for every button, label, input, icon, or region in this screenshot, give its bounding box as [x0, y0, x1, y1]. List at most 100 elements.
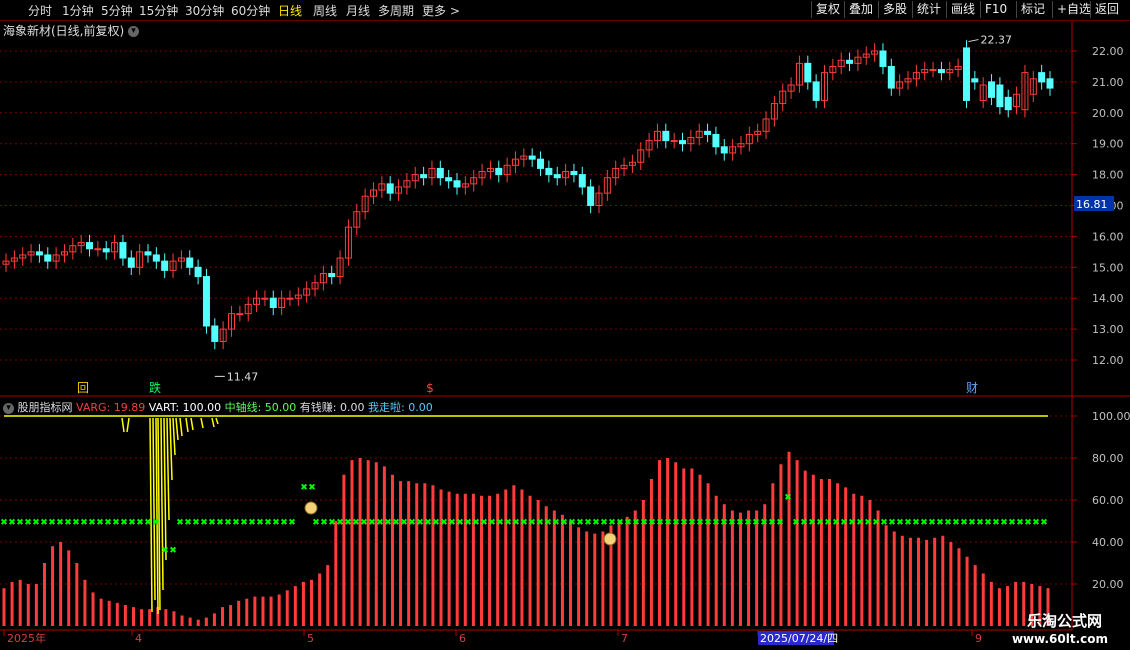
axis-marker: ✖ [120, 518, 128, 528]
period-tab-6[interactable]: 日线 [278, 2, 302, 19]
period-tab-10[interactable]: 更多 > [422, 2, 460, 19]
toolbar-button-8[interactable]: 返回 [1090, 1, 1123, 18]
axis-marker: ✖ [776, 518, 784, 528]
axis-marker: ✖ [648, 518, 656, 528]
date-label: 7 [621, 632, 628, 645]
date-label: 4 [135, 632, 142, 645]
period-tab-5[interactable]: 60分钟 [231, 2, 270, 19]
axis-marker: ✖ [1000, 518, 1008, 528]
toolbar-button-3[interactable]: 统计 [912, 1, 945, 18]
axis-marker: ✖ [224, 518, 232, 528]
stock-title[interactable]: 海象新材(日线,前复权) [3, 24, 124, 38]
candle-body [929, 69, 937, 72]
axis-marker: ✖ [912, 518, 920, 528]
axis-marker: ✖ [176, 518, 184, 528]
indicator-name[interactable]: 股朋指标网 [18, 401, 73, 414]
candle-body [495, 167, 503, 176]
candle-body [420, 174, 428, 179]
axis-marker: ✖ [616, 518, 624, 528]
period-tab-8[interactable]: 月线 [346, 2, 370, 19]
candle-body [144, 251, 152, 256]
candle-body [269, 297, 277, 308]
axis-marker: ✖ [632, 518, 640, 528]
axis-marker: ✖ [1032, 518, 1040, 528]
toolbar-button-5[interactable]: F10 [980, 1, 1011, 18]
price-tick-label: 14.00 [1092, 292, 1124, 305]
axis-marker: ✖ [408, 518, 416, 528]
price-tick-label: 13.00 [1092, 323, 1124, 336]
axis-marker: ✖ [768, 518, 776, 528]
candle-body [670, 140, 678, 143]
chevron-down-icon[interactable]: ▾ [3, 402, 14, 414]
axis-marker: ✖ [624, 518, 632, 528]
period-tab-4[interactable]: 30分钟 [185, 2, 224, 19]
indicator-value-4: 我走啦: 0.00 [368, 401, 433, 414]
period-tab-9[interactable]: 多周期 [378, 2, 414, 19]
axis-marker: ✖ [672, 518, 680, 528]
candle-body [962, 47, 970, 101]
current-price-label: 16.81 [1076, 198, 1108, 211]
candle-body [545, 167, 553, 176]
axis-marker: ✖ [352, 518, 360, 528]
money-bag-icon [603, 532, 617, 546]
candle-body [1038, 72, 1046, 83]
money-bag-icon [304, 501, 318, 515]
event-marker: 回 [77, 381, 89, 395]
axis-marker: ✖ [16, 518, 24, 528]
axis-marker: ✖ [360, 518, 368, 528]
axis-marker: ✖ [504, 518, 512, 528]
indicator-values: VARG: 19.89 VART: 100.00 中轴线: 50.00 有钱赚:… [76, 401, 433, 414]
vart-spike [211, 417, 215, 428]
period-tab-0[interactable]: 分时 [28, 2, 52, 19]
period-tab-7[interactable]: 周线 [313, 2, 337, 19]
toolbar-button-0[interactable]: 复权 [811, 1, 844, 18]
axis-marker: ✖ [560, 518, 568, 528]
candle-body [846, 59, 854, 64]
candle-body [186, 257, 194, 268]
axis-marker: ✖ [1016, 518, 1024, 528]
indicator-value-0: VARG: 19.89 [76, 401, 149, 414]
axis-marker: ✖ [256, 518, 264, 528]
axis-marker: ✖ [1008, 518, 1016, 528]
chevron-down-icon[interactable]: ▾ [128, 26, 140, 37]
axis-marker: ✖ [712, 518, 720, 528]
axis-marker: ✖ [840, 518, 848, 528]
candle-body [44, 254, 52, 262]
candle-body [879, 50, 887, 67]
candle-body [152, 254, 160, 262]
candle-body [528, 155, 536, 160]
period-tab-1[interactable]: 1分钟 [62, 2, 94, 19]
toolbar-button-2[interactable]: 多股 [878, 1, 911, 18]
signal-marker: ✖ [300, 483, 308, 493]
toolbar-button-1[interactable]: 叠加 [844, 1, 877, 18]
axis-marker: ✖ [400, 518, 408, 528]
axis-marker: ✖ [440, 518, 448, 528]
toolbar-button-4[interactable]: 画线 [946, 1, 979, 18]
axis-marker: ✖ [184, 518, 192, 528]
axis-marker: ✖ [472, 518, 480, 528]
axis-marker: ✖ [816, 518, 824, 528]
toolbar-button-7[interactable]: +自选 [1052, 1, 1095, 18]
candle-body [570, 171, 578, 176]
axis-marker: ✖ [792, 518, 800, 528]
candle-body [102, 248, 110, 253]
axis-marker: ✖ [832, 518, 840, 528]
price-tick-label: 21.00 [1092, 76, 1124, 89]
price-tick-label: 12.00 [1092, 354, 1124, 367]
vart-spike [172, 417, 176, 456]
axis-marker: ✖ [88, 518, 96, 528]
stock-chart[interactable]: 12.0013.0014.0015.0016.0017.0018.0019.00… [0, 0, 1130, 650]
toolbar-button-6[interactable]: 标记 [1016, 1, 1049, 18]
axis-marker: ✖ [336, 518, 344, 528]
axis-marker: ✖ [456, 518, 464, 528]
period-tab-3[interactable]: 15分钟 [139, 2, 178, 19]
axis-marker: ✖ [448, 518, 456, 528]
candle-body [887, 65, 895, 89]
vart-spike [152, 417, 156, 601]
axis-marker: ✖ [880, 518, 888, 528]
indicator-value-1: VART: 100.00 [148, 401, 225, 414]
price-tick-label: 19.00 [1092, 138, 1124, 151]
axis-marker: ✖ [288, 518, 296, 528]
period-tab-2[interactable]: 5分钟 [101, 2, 133, 19]
axis-marker: ✖ [608, 518, 616, 528]
